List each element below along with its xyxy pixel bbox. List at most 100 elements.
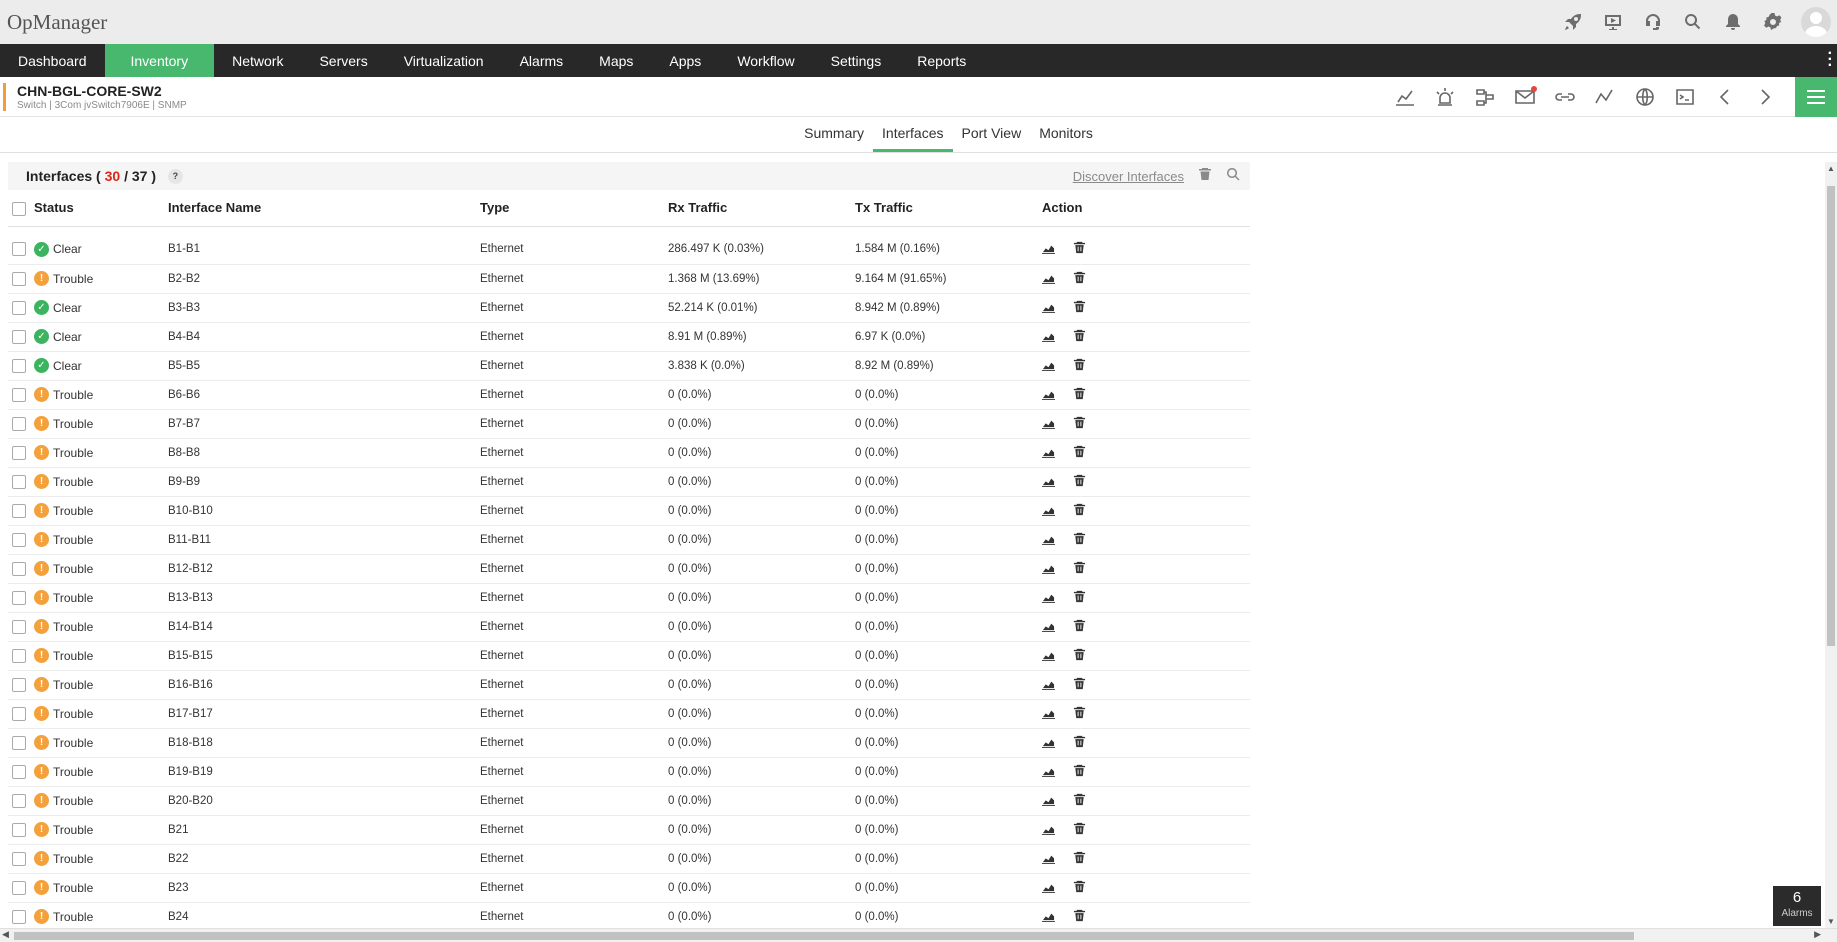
graph-icon[interactable] bbox=[1042, 329, 1055, 345]
delete-icon[interactable] bbox=[1073, 271, 1086, 287]
table-row[interactable]: ! Trouble B9-B9 Ethernet 0 (0.0%) 0 (0.0%) bbox=[8, 467, 1250, 497]
graph-icon[interactable] bbox=[1042, 648, 1055, 664]
row-checkbox[interactable] bbox=[12, 706, 26, 721]
table-row[interactable]: ! Trouble B8-B8 Ethernet 0 (0.0%) 0 (0.0%) bbox=[8, 438, 1250, 468]
row-checkbox[interactable] bbox=[12, 735, 26, 750]
user-avatar[interactable] bbox=[1801, 7, 1831, 37]
table-row[interactable]: ! Trouble B16-B16 Ethernet 0 (0.0%) 0 (0.0%) bbox=[8, 670, 1250, 700]
graph-icon[interactable] bbox=[1042, 241, 1055, 257]
table-row[interactable]: ! Trouble B17-B17 Ethernet 0 (0.0%) 0 (0.0%) bbox=[8, 699, 1250, 729]
interface-name[interactable]: B1-B1 bbox=[168, 235, 480, 265]
interface-name[interactable]: B23 bbox=[168, 873, 480, 903]
alarms-badge[interactable]: 6 Alarms bbox=[1773, 886, 1821, 926]
delete-icon[interactable] bbox=[1073, 532, 1086, 548]
interface-name[interactable]: B15-B15 bbox=[168, 641, 480, 671]
table-row[interactable]: ! Trouble B13-B13 Ethernet 0 (0.0%) 0 (0.0%) bbox=[8, 583, 1250, 613]
mail-icon[interactable] bbox=[1511, 83, 1539, 111]
search-icon[interactable] bbox=[1681, 10, 1705, 34]
app-logo[interactable]: OpMan​ager bbox=[7, 10, 107, 35]
delete-icon[interactable] bbox=[1073, 793, 1086, 809]
interface-name[interactable]: B8-B8 bbox=[168, 438, 480, 468]
table-row[interactable]: ! Trouble B18-B18 Ethernet 0 (0.0%) 0 (0.0%) bbox=[8, 728, 1250, 758]
tab-monitors[interactable]: Monitors bbox=[1030, 117, 1102, 152]
table-row[interactable]: ! Trouble B24 Ethernet 0 (0.0%) 0 (0.0%) bbox=[8, 902, 1250, 932]
row-checkbox[interactable] bbox=[12, 300, 26, 315]
row-checkbox[interactable] bbox=[12, 445, 26, 460]
row-checkbox[interactable] bbox=[12, 271, 26, 286]
nav-item-alarms[interactable]: Alarms bbox=[502, 44, 582, 77]
graph-icon[interactable] bbox=[1042, 561, 1055, 577]
row-checkbox[interactable] bbox=[12, 764, 26, 779]
interface-name[interactable]: B6-B6 bbox=[168, 380, 480, 410]
col-rx-traffic[interactable]: Rx Traffic bbox=[668, 190, 855, 227]
graph-icon[interactable] bbox=[1042, 677, 1055, 693]
interface-name[interactable]: B24 bbox=[168, 902, 480, 932]
scroll-left-icon[interactable]: ◀ bbox=[2, 929, 9, 940]
interface-name[interactable]: B5-B5 bbox=[168, 351, 480, 381]
interface-name[interactable]: B18-B18 bbox=[168, 728, 480, 758]
col-status[interactable]: Status bbox=[34, 190, 168, 227]
graph-icon[interactable] bbox=[1042, 909, 1055, 925]
delete-icon[interactable] bbox=[1073, 300, 1086, 316]
delete-icon[interactable] bbox=[1073, 648, 1086, 664]
row-checkbox[interactable] bbox=[12, 503, 26, 518]
row-checkbox[interactable] bbox=[12, 532, 26, 547]
row-checkbox[interactable] bbox=[12, 474, 26, 489]
interface-name[interactable]: B3-B3 bbox=[168, 293, 480, 323]
table-row[interactable]: ! Trouble B7-B7 Ethernet 0 (0.0%) 0 (0.0%) bbox=[8, 409, 1250, 439]
discover-interfaces-link[interactable]: Discover Interfaces bbox=[1073, 169, 1184, 184]
scroll-right-icon[interactable]: ▶ bbox=[1814, 929, 1821, 940]
nav-item-reports[interactable]: Reports bbox=[899, 44, 984, 77]
delete-icon[interactable] bbox=[1073, 851, 1086, 867]
delete-icon[interactable] bbox=[1073, 329, 1086, 345]
table-row[interactable]: ! Trouble B14-B14 Ethernet 0 (0.0%) 0 (0.0%) bbox=[8, 612, 1250, 642]
row-checkbox[interactable] bbox=[12, 648, 26, 663]
vertical-scrollbar[interactable]: ▲ ▼ bbox=[1825, 162, 1837, 928]
col-tx-traffic[interactable]: Tx Traffic bbox=[855, 190, 1042, 227]
table-row[interactable]: ! Trouble B22 Ethernet 0 (0.0%) 0 (0.0%) bbox=[8, 844, 1250, 874]
scroll-up-icon[interactable]: ▲ bbox=[1827, 164, 1835, 173]
delete-icon[interactable] bbox=[1073, 706, 1086, 722]
row-checkbox[interactable] bbox=[12, 590, 26, 605]
graph-icon[interactable] bbox=[1042, 387, 1055, 403]
nav-item-workflow[interactable]: Workflow bbox=[719, 44, 812, 77]
row-checkbox[interactable] bbox=[12, 619, 26, 634]
interface-name[interactable]: B14-B14 bbox=[168, 612, 480, 642]
row-checkbox[interactable] bbox=[12, 416, 26, 431]
globe-icon[interactable] bbox=[1631, 83, 1659, 111]
interface-name[interactable]: B20-B20 bbox=[168, 786, 480, 816]
graph-icon[interactable] bbox=[1042, 619, 1055, 635]
help-icon[interactable]: ? bbox=[167, 169, 183, 184]
delete-icon[interactable] bbox=[1073, 880, 1086, 896]
graph-icon[interactable] bbox=[1042, 503, 1055, 519]
graph-icon[interactable] bbox=[1042, 793, 1055, 809]
delete-icon[interactable] bbox=[1073, 241, 1086, 257]
interface-name[interactable]: B22 bbox=[168, 844, 480, 874]
nav-item-inventory[interactable]: Inventory bbox=[104, 44, 215, 77]
row-checkbox[interactable] bbox=[12, 329, 26, 344]
delete-icon[interactable] bbox=[1073, 416, 1086, 432]
interface-name[interactable]: B13-B13 bbox=[168, 583, 480, 613]
table-row[interactable]: ! Trouble B20-B20 Ethernet 0 (0.0%) 0 (0.0%) bbox=[8, 786, 1250, 816]
nav-item-dashboard[interactable]: Dashboard bbox=[0, 44, 105, 77]
interface-name[interactable]: B19-B19 bbox=[168, 757, 480, 787]
bell-icon[interactable] bbox=[1721, 10, 1745, 34]
delete-icon[interactable] bbox=[1073, 561, 1086, 577]
graph-icon[interactable] bbox=[1042, 445, 1055, 461]
row-checkbox[interactable] bbox=[12, 822, 26, 837]
table-row[interactable]: ! Trouble B21 Ethernet 0 (0.0%) 0 (0.0%) bbox=[8, 815, 1250, 845]
scroll-down-icon[interactable]: ▼ bbox=[1827, 917, 1835, 926]
row-checkbox[interactable] bbox=[12, 561, 26, 576]
graph-icon[interactable] bbox=[1042, 851, 1055, 867]
headset-icon[interactable] bbox=[1641, 10, 1665, 34]
chevron-right-icon[interactable] bbox=[1751, 83, 1779, 111]
graph-icon[interactable] bbox=[1042, 735, 1055, 751]
graph-icon[interactable] bbox=[1391, 83, 1419, 111]
interface-name[interactable]: B21 bbox=[168, 815, 480, 845]
tab-port-view[interactable]: Port View bbox=[953, 117, 1031, 152]
nav-item-settings[interactable]: Settings bbox=[813, 44, 900, 77]
alarm-siren-icon[interactable] bbox=[1431, 83, 1459, 111]
delete-icon[interactable] bbox=[1073, 387, 1086, 403]
table-row[interactable]: ! Trouble B23 Ethernet 0 (0.0%) 0 (0.0%) bbox=[8, 873, 1250, 903]
table-row[interactable]: ! Trouble B6-B6 Ethernet 0 (0.0%) 0 (0.0%) bbox=[8, 380, 1250, 410]
